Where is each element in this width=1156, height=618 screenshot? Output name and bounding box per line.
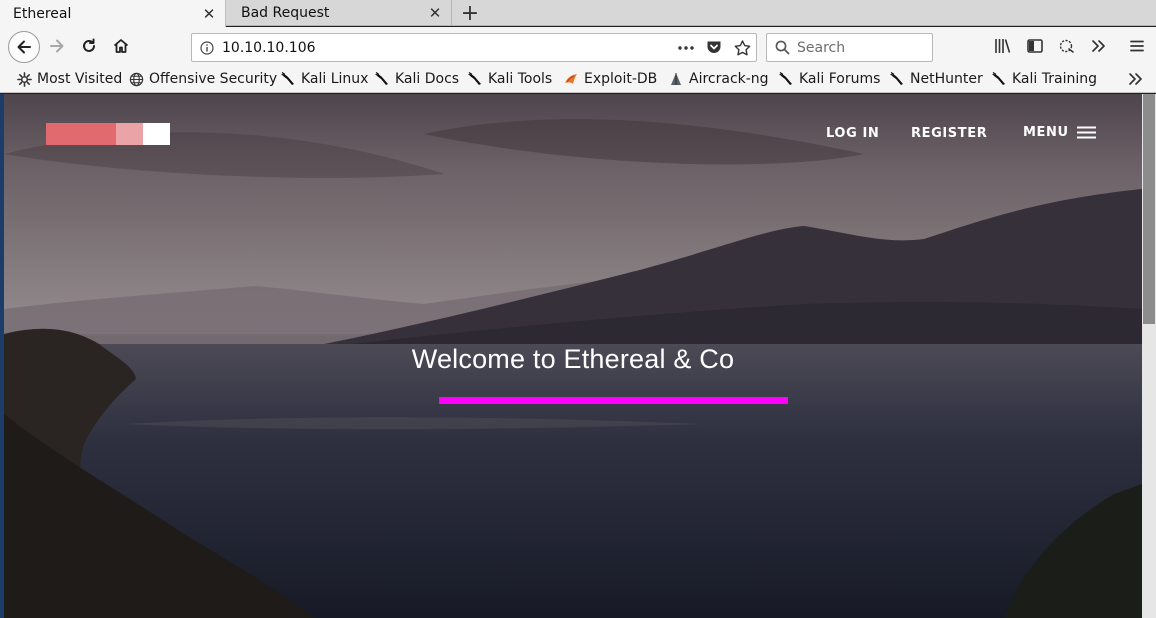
bookmark-kali-tools[interactable]: Kali Tools [467, 69, 552, 89]
kali-dragon-icon [374, 71, 390, 87]
chevron-double-right-icon [1092, 40, 1105, 52]
tab-title: Ethereal [13, 5, 72, 22]
menu-button[interactable]: MENU [1023, 125, 1096, 140]
search-icon [775, 40, 790, 55]
bookmark-star-icon[interactable] [728, 35, 756, 61]
menu-label: MENU [1023, 125, 1069, 140]
bookmark-label: Exploit-DB [584, 71, 658, 87]
bookmark-offensive-security[interactable]: Offensive Security [128, 69, 277, 89]
home-button[interactable] [106, 31, 136, 61]
chevron-double-right-icon [1129, 73, 1142, 85]
bookmark-kali-linux[interactable]: Kali Linux [280, 69, 368, 89]
bookmark-most-visited[interactable]: Most Visited [16, 69, 122, 89]
hamburger-menu-icon [1076, 126, 1096, 139]
tab-bad-request[interactable]: Bad Request ✕ [228, 0, 452, 26]
kali-dragon-icon [991, 71, 1007, 87]
url-bar[interactable]: 10.10.10.106 [191, 33, 757, 62]
forward-arrow-icon [50, 39, 64, 53]
sidebar-icon [1027, 39, 1043, 53]
url-text[interactable]: 10.10.10.106 [222, 40, 672, 56]
kali-dragon-icon [467, 71, 483, 87]
kali-dragon-icon [889, 71, 905, 87]
gear-icon [16, 71, 32, 87]
tab-strip: Ethereal ✕ Bad Request ✕ + [0, 0, 1156, 27]
sidebar-button[interactable] [1020, 31, 1050, 61]
main-menu-button[interactable] [1122, 31, 1152, 61]
bookmark-aircrack-ng[interactable]: Aircrack-ng [668, 69, 769, 89]
pocket-icon[interactable] [700, 35, 728, 61]
page-actions-icon[interactable] [672, 35, 700, 61]
tab-ethereal[interactable]: Ethereal ✕ [0, 0, 226, 27]
navigation-toolbar: 10.10.10.106 Search [0, 27, 1156, 65]
library-button[interactable] [988, 31, 1018, 61]
hamburger-menu-icon [1130, 40, 1144, 52]
back-arrow-icon [17, 40, 31, 54]
kali-dragon-icon [280, 71, 296, 87]
bookmark-label: Kali Linux [301, 71, 369, 87]
close-tab-icon[interactable]: ✕ [201, 5, 217, 23]
screenshot-button[interactable] [1052, 31, 1082, 61]
scrollbar-thumb[interactable] [1143, 94, 1155, 324]
hero-title: Welcome to Ethereal & Co [411, 344, 735, 374]
more-bookmarks-button[interactable] [1124, 69, 1148, 89]
bookmark-kali-docs[interactable]: Kali Docs [374, 69, 459, 89]
bookmarks-toolbar: Most Visited Offensive Security Kali Lin… [0, 65, 1156, 93]
bookmark-label: Offensive Security [149, 71, 278, 87]
new-tab-icon[interactable]: + [456, 0, 484, 26]
bookmark-label: Kali Docs [395, 71, 460, 87]
search-placeholder: Search [797, 39, 846, 56]
kali-dragon-icon [778, 71, 794, 87]
register-link[interactable]: REGISTER [911, 126, 987, 141]
library-icon [995, 39, 1011, 53]
home-icon [113, 39, 129, 53]
reload-button[interactable] [74, 31, 104, 61]
overflow-button[interactable] [1084, 31, 1114, 61]
bookmark-label: Most Visited [37, 71, 123, 87]
tab-title: Bad Request [241, 5, 330, 21]
bookmark-label: Kali Forums [799, 71, 881, 87]
forward-button[interactable] [42, 31, 72, 61]
web-page: LOG IN REGISTER MENU Welcome to Ethereal… [4, 94, 1142, 618]
bookmark-label: NetHunter [910, 71, 983, 87]
bookmark-nethunter[interactable]: NetHunter [889, 69, 983, 89]
exploit-db-icon [563, 71, 579, 87]
close-tab-icon[interactable]: ✕ [427, 4, 443, 22]
back-button[interactable] [8, 31, 40, 63]
site-info-icon[interactable] [192, 40, 222, 55]
bookmark-label: Aircrack-ng [689, 71, 769, 87]
login-link[interactable]: LOG IN [826, 126, 879, 141]
bookmark-kali-forums[interactable]: Kali Forums [778, 69, 880, 89]
screenshot-icon [1059, 39, 1074, 53]
search-bar[interactable]: Search [766, 33, 933, 62]
globe-icon [128, 71, 144, 87]
bookmark-exploit-db[interactable]: Exploit-DB [563, 69, 657, 89]
bookmark-label: Kali Tools [488, 71, 553, 87]
bookmark-kali-training[interactable]: Kali Training [991, 69, 1097, 89]
reload-icon [83, 38, 95, 52]
highlight-underline [439, 397, 788, 404]
aircrack-icon [668, 71, 684, 87]
bookmark-label: Kali Training [1012, 71, 1097, 87]
site-logo[interactable] [46, 123, 170, 145]
